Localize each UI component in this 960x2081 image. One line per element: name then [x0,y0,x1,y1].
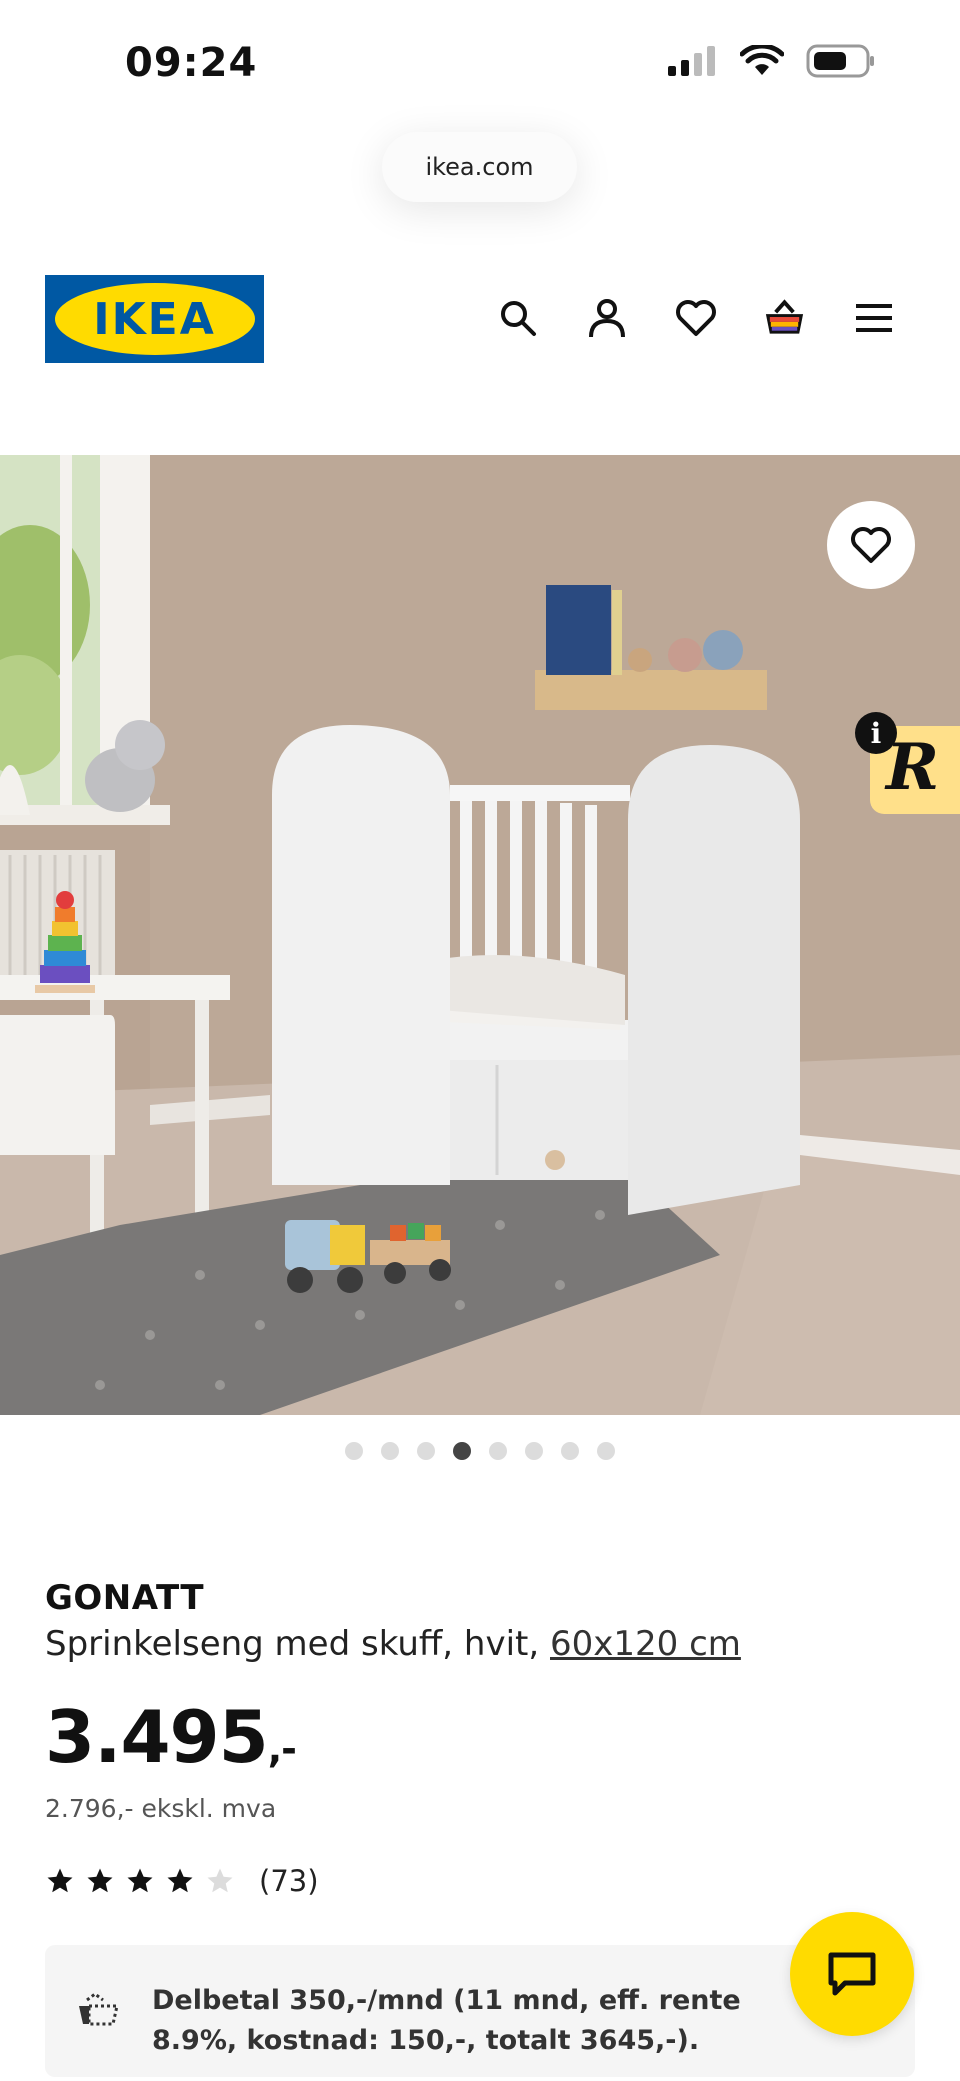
price-suffix: ,- [267,1727,297,1771]
add-to-favourites-button[interactable] [827,501,915,589]
installment-text: Delbetal 350,-/mnd (11 mnd, eff. rente 8… [152,1985,741,2056]
star-empty-icon [207,1868,233,1893]
chat-icon [828,1952,876,1996]
url-text: ikea.com [425,153,534,181]
battery-icon [806,44,874,78]
price-excl-vat: 2.796,- ekskl. mva [45,1794,277,1823]
status-time: 09:24 [125,40,258,86]
carousel-dot[interactable] [489,1442,507,1460]
chat-button[interactable] [790,1912,914,2036]
installment-info-box[interactable]: Delbetal 350,-/mnd (11 mnd, eff. rente 8… [45,1945,915,2077]
wifi-icon [740,45,784,75]
status-bar: 09:24 [0,0,960,120]
ikea-logo[interactable]: IKEA [45,275,264,363]
header-icons [495,295,896,340]
carousel-dot[interactable] [417,1442,435,1460]
carousel-dot[interactable] [345,1442,363,1460]
carousel-dot[interactable] [525,1442,543,1460]
account-icon[interactable] [584,295,629,340]
product-rating[interactable]: (73) [45,1864,319,1898]
product-description: Sprinkelseng med skuff, hvit, 60x120 cm [45,1624,741,1664]
heart-icon [851,527,891,563]
carousel-dot[interactable] [561,1442,579,1460]
product-description-text: Sprinkelseng med skuff, hvit, [45,1624,540,1664]
star-icon [47,1868,73,1893]
product-photo [0,455,960,1415]
logo-text: IKEA [93,293,216,345]
site-header: IKEA [0,270,960,370]
signal-icon [668,46,715,76]
search-icon[interactable] [495,295,540,340]
logo-oval: IKEA [54,283,255,355]
product-image-carousel[interactable] [0,455,960,1415]
star-icon [127,1868,153,1893]
product-price: 3.495,- [45,1695,297,1779]
carousel-dot-active[interactable] [453,1442,471,1460]
price-value: 3.495 [45,1695,269,1779]
carousel-indicators [0,1442,960,1460]
url-bar[interactable]: ikea.com [382,132,577,202]
carousel-dot[interactable] [381,1442,399,1460]
carousel-dot[interactable] [597,1442,615,1460]
menu-icon[interactable] [851,295,896,340]
product-size-link[interactable]: 60x120 cm [550,1624,741,1664]
cart-icon[interactable] [762,295,807,340]
star-icon [167,1868,193,1893]
star-icon [87,1868,113,1893]
favourites-icon[interactable] [673,295,718,340]
installment-icon [79,1992,119,2026]
review-count: (73) [259,1864,319,1898]
product-name: GONATT [45,1578,205,1618]
status-icons [668,44,876,78]
info-icon[interactable]: i [855,712,897,754]
